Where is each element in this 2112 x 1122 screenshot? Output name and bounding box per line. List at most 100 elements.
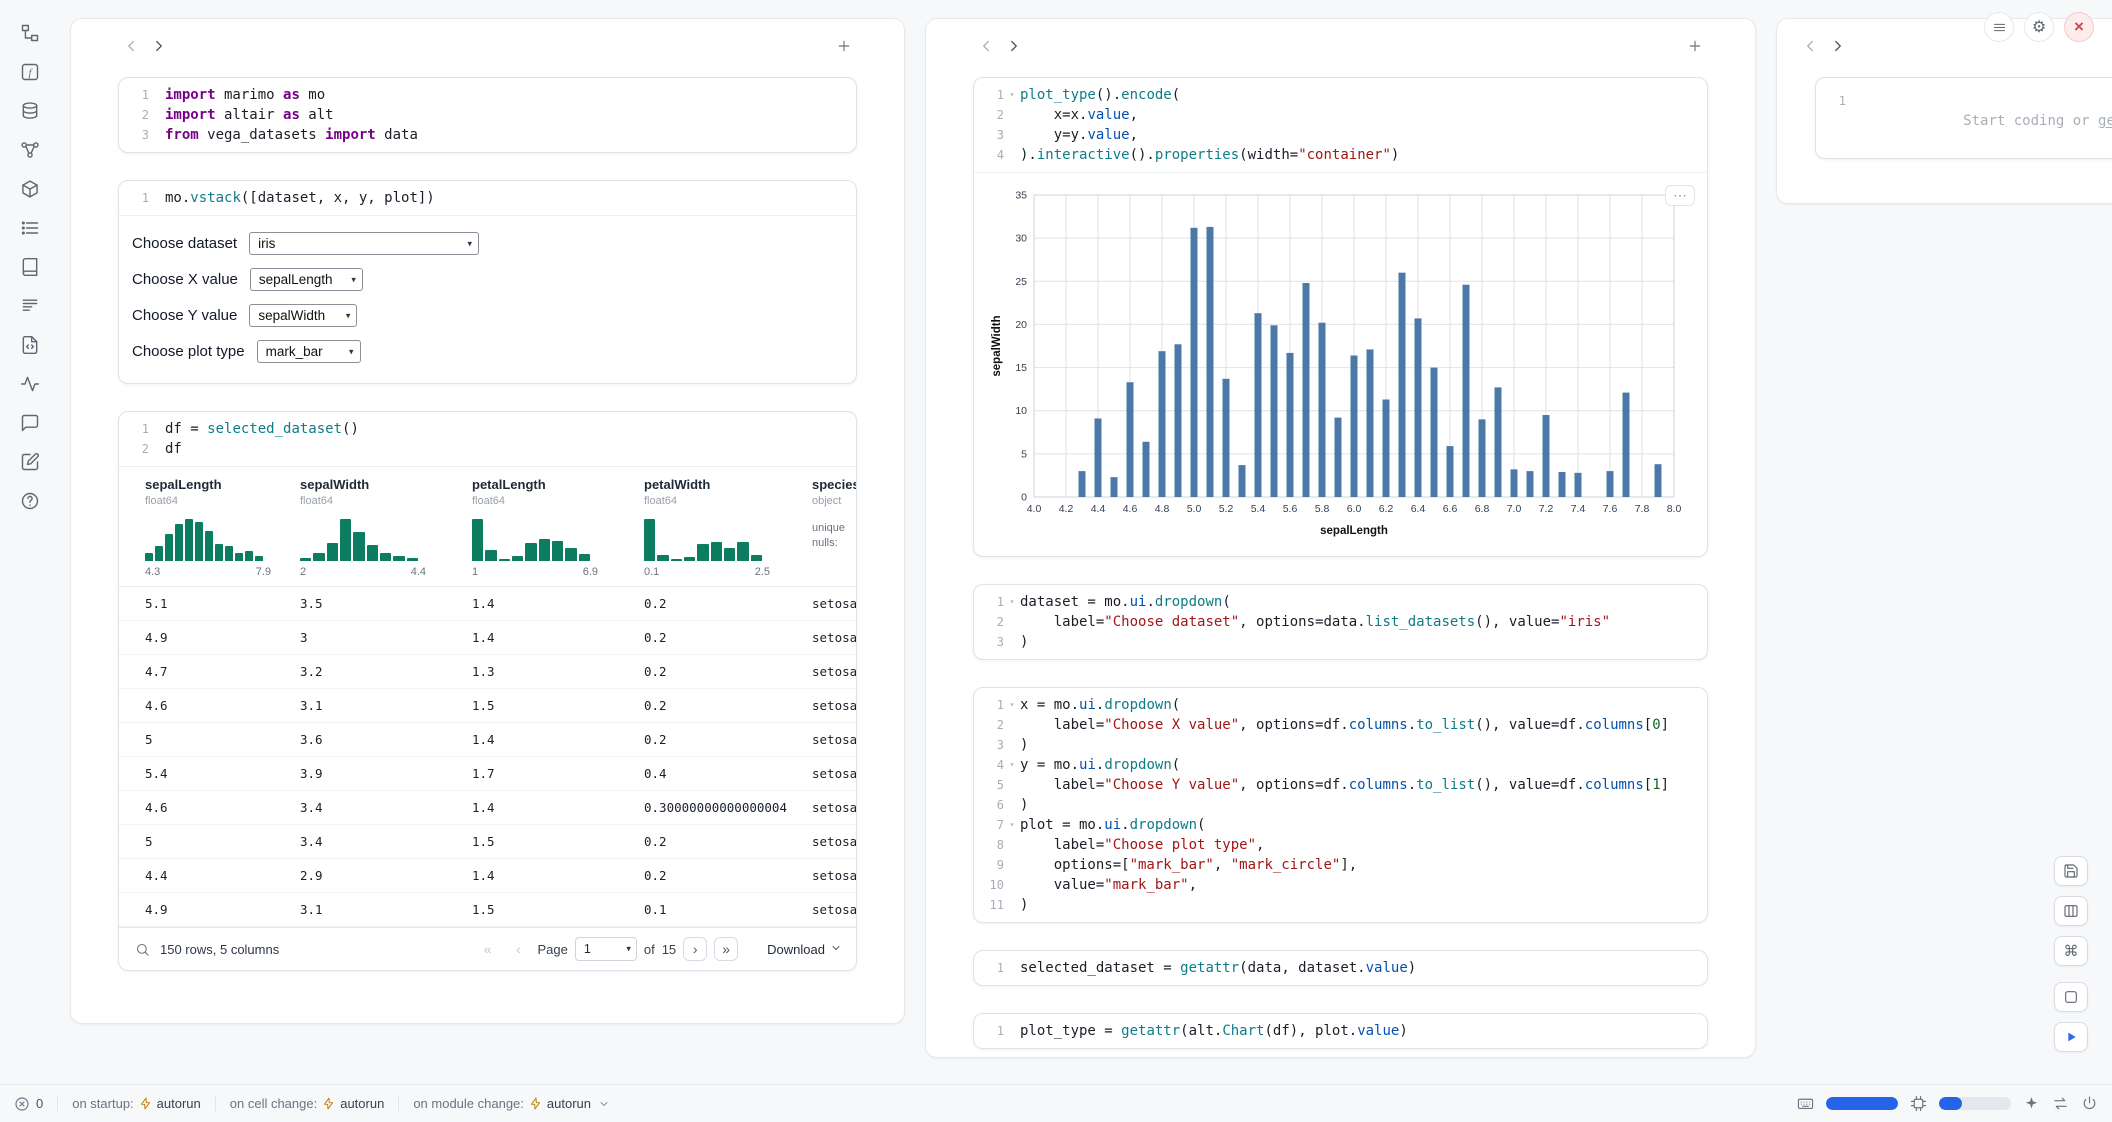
hist-max: 2.5 (755, 566, 770, 578)
table-row[interactable]: 4.93.11.50.1setosa (119, 893, 856, 927)
scratchpad-panel: 1 Start coding or generate with AI (1776, 18, 2112, 204)
chart-menu-button[interactable]: ⋯ (1665, 185, 1695, 206)
table-cell: setosa (812, 800, 856, 815)
tracing-icon[interactable] (17, 371, 43, 397)
swap-icon[interactable] (2052, 1095, 2069, 1112)
file-tree-icon[interactable] (17, 20, 43, 46)
svg-text:6.4: 6.4 (1411, 503, 1426, 515)
table-row[interactable]: 53.61.40.2setosa (119, 723, 856, 757)
memory-usage-bar[interactable] (1826, 1097, 1898, 1110)
fold-chevron-icon[interactable]: ▾ (1004, 592, 1020, 612)
console-button[interactable] (2054, 982, 2088, 1012)
code-editor-plot[interactable]: 1▾plot_type().encode(2 x=x.value,3 y=y.v… (974, 78, 1707, 172)
column-histogram (300, 519, 418, 561)
scratchpad-editor[interactable]: 1 Start coding or generate with AI (1816, 78, 2112, 158)
settings-button[interactable]: ⚙ (2024, 12, 2054, 42)
column-header[interactable]: sepalLength (145, 477, 300, 492)
fold-chevron-icon[interactable]: ▾ (1004, 815, 1020, 835)
variables-icon[interactable]: f (17, 59, 43, 85)
chat-icon[interactable] (17, 410, 43, 436)
autorun-settings: on startup:autorunon cell change:autorun… (57, 1096, 624, 1111)
ai-sparkle-icon[interactable] (2023, 1095, 2040, 1112)
table-row[interactable]: 5.43.91.70.4setosa (119, 757, 856, 791)
of-label: of (644, 942, 655, 957)
column-next-button[interactable] (1001, 33, 1027, 59)
code-editor-vstack[interactable]: 1mo.vstack([dataset, x, y, plot]) (119, 181, 856, 215)
scratchpad-icon[interactable] (17, 449, 43, 475)
cpu-usage-bar[interactable] (1939, 1097, 2011, 1110)
command-button[interactable]: ⌘ (2054, 936, 2088, 966)
add-cell-button[interactable] (831, 33, 857, 59)
line-number: 2 (119, 439, 149, 459)
code-editor-imports[interactable]: 1import marimo as mo2import altair as al… (119, 78, 856, 152)
errors-badge[interactable]: 0 (14, 1096, 57, 1112)
code-editor-plot-type[interactable]: 1plot_type = getattr(alt.Chart(df), plot… (974, 1014, 1707, 1048)
column-histogram (145, 519, 263, 561)
autorun-setting[interactable]: on startup:autorun (57, 1096, 215, 1111)
left-icon-sidebar: f (0, 0, 60, 1084)
help-icon[interactable] (17, 488, 43, 514)
table-row[interactable]: 5.13.51.40.2setosa (119, 587, 856, 621)
table-row[interactable]: 4.73.21.30.2setosa (119, 655, 856, 689)
layout-button[interactable] (2054, 896, 2088, 926)
prev-page-button[interactable]: ‹ (506, 937, 530, 961)
autorun-setting[interactable]: on cell change:autorun (215, 1096, 399, 1111)
y-value-select[interactable]: sepalWidth▾ (249, 304, 357, 327)
code-editor-dataset[interactable]: 1▾dataset = mo.ui.dropdown(2 label="Choo… (974, 585, 1707, 659)
page-select[interactable]: 1 ▾ (575, 937, 637, 961)
code-editor-selected-dataset[interactable]: 1selected_dataset = getattr(data, datase… (974, 951, 1707, 985)
power-icon[interactable] (2081, 1095, 2098, 1112)
column-prev-button[interactable] (1797, 33, 1823, 59)
fold-chevron-icon[interactable]: ▾ (1004, 695, 1020, 715)
table-row[interactable]: 4.42.91.40.2setosa (119, 859, 856, 893)
column-prev-button[interactable] (973, 33, 999, 59)
add-cell-button[interactable] (1682, 33, 1708, 59)
datasources-icon[interactable] (17, 98, 43, 124)
control-label: Choose Y value (132, 307, 237, 324)
documentation-icon[interactable] (17, 254, 43, 280)
table-row[interactable]: 4.63.41.40.30000000000000004setosa (119, 791, 856, 825)
column-header[interactable]: sepalWidth (300, 477, 472, 492)
column-header[interactable]: petalLength (472, 477, 644, 492)
shutdown-button[interactable]: × (2064, 12, 2094, 42)
dependencies-icon[interactable] (17, 137, 43, 163)
autorun-setting[interactable]: on module change:autorun (398, 1096, 624, 1111)
next-page-button[interactable]: › (683, 937, 707, 961)
fold-chevron-icon[interactable]: ▾ (1004, 755, 1020, 775)
x-value-select[interactable]: sepalLength▾ (250, 268, 363, 291)
code-editor-widgets[interactable]: 1▾x = mo.ui.dropdown(2 label="Choose X v… (974, 688, 1707, 922)
search-icon[interactable] (135, 942, 150, 957)
outline-icon[interactable] (17, 215, 43, 241)
column-header[interactable]: species (812, 477, 856, 492)
table-summary: 150 rows, 5 columns (160, 942, 279, 957)
table-row[interactable]: 53.41.50.2setosa (119, 825, 856, 859)
first-page-button[interactable]: « (475, 937, 499, 961)
column-dtype: float64 (472, 495, 644, 507)
logs-icon[interactable] (17, 293, 43, 319)
menu-button[interactable] (1984, 12, 2014, 42)
fab-group: ⌘ (2054, 856, 2088, 966)
generate-with-ai-link[interactable]: generate (2098, 113, 2112, 129)
download-button[interactable]: Download (767, 942, 842, 957)
chip-icon[interactable] (1910, 1095, 1927, 1112)
keyboard-icon[interactable] (1797, 1095, 1814, 1112)
column-next-button[interactable] (1825, 33, 1851, 59)
plot-type-select[interactable]: mark_bar▾ (257, 340, 361, 363)
table-row[interactable]: 4.931.40.2setosa (119, 621, 856, 655)
fold-gutter (149, 105, 165, 125)
dataset-select[interactable]: iris▾ (249, 232, 479, 255)
packages-icon[interactable] (17, 176, 43, 202)
last-page-button[interactable]: » (714, 937, 738, 961)
column-prev-button[interactable] (118, 33, 144, 59)
fold-chevron-icon[interactable]: ▾ (1004, 85, 1020, 105)
column-header[interactable]: petalWidth (644, 477, 812, 492)
snippets-icon[interactable] (17, 332, 43, 358)
table-row[interactable]: 4.63.11.50.2setosa (119, 689, 856, 723)
zap-icon (139, 1097, 152, 1110)
column-next-button[interactable] (146, 33, 172, 59)
svg-text:4.4: 4.4 (1091, 503, 1106, 515)
svg-text:4.6: 4.6 (1123, 503, 1138, 515)
save-button[interactable] (2054, 856, 2088, 886)
code-editor-dataframe[interactable]: 1df = selected_dataset()2df (119, 412, 856, 466)
run-button[interactable] (2054, 1022, 2088, 1052)
